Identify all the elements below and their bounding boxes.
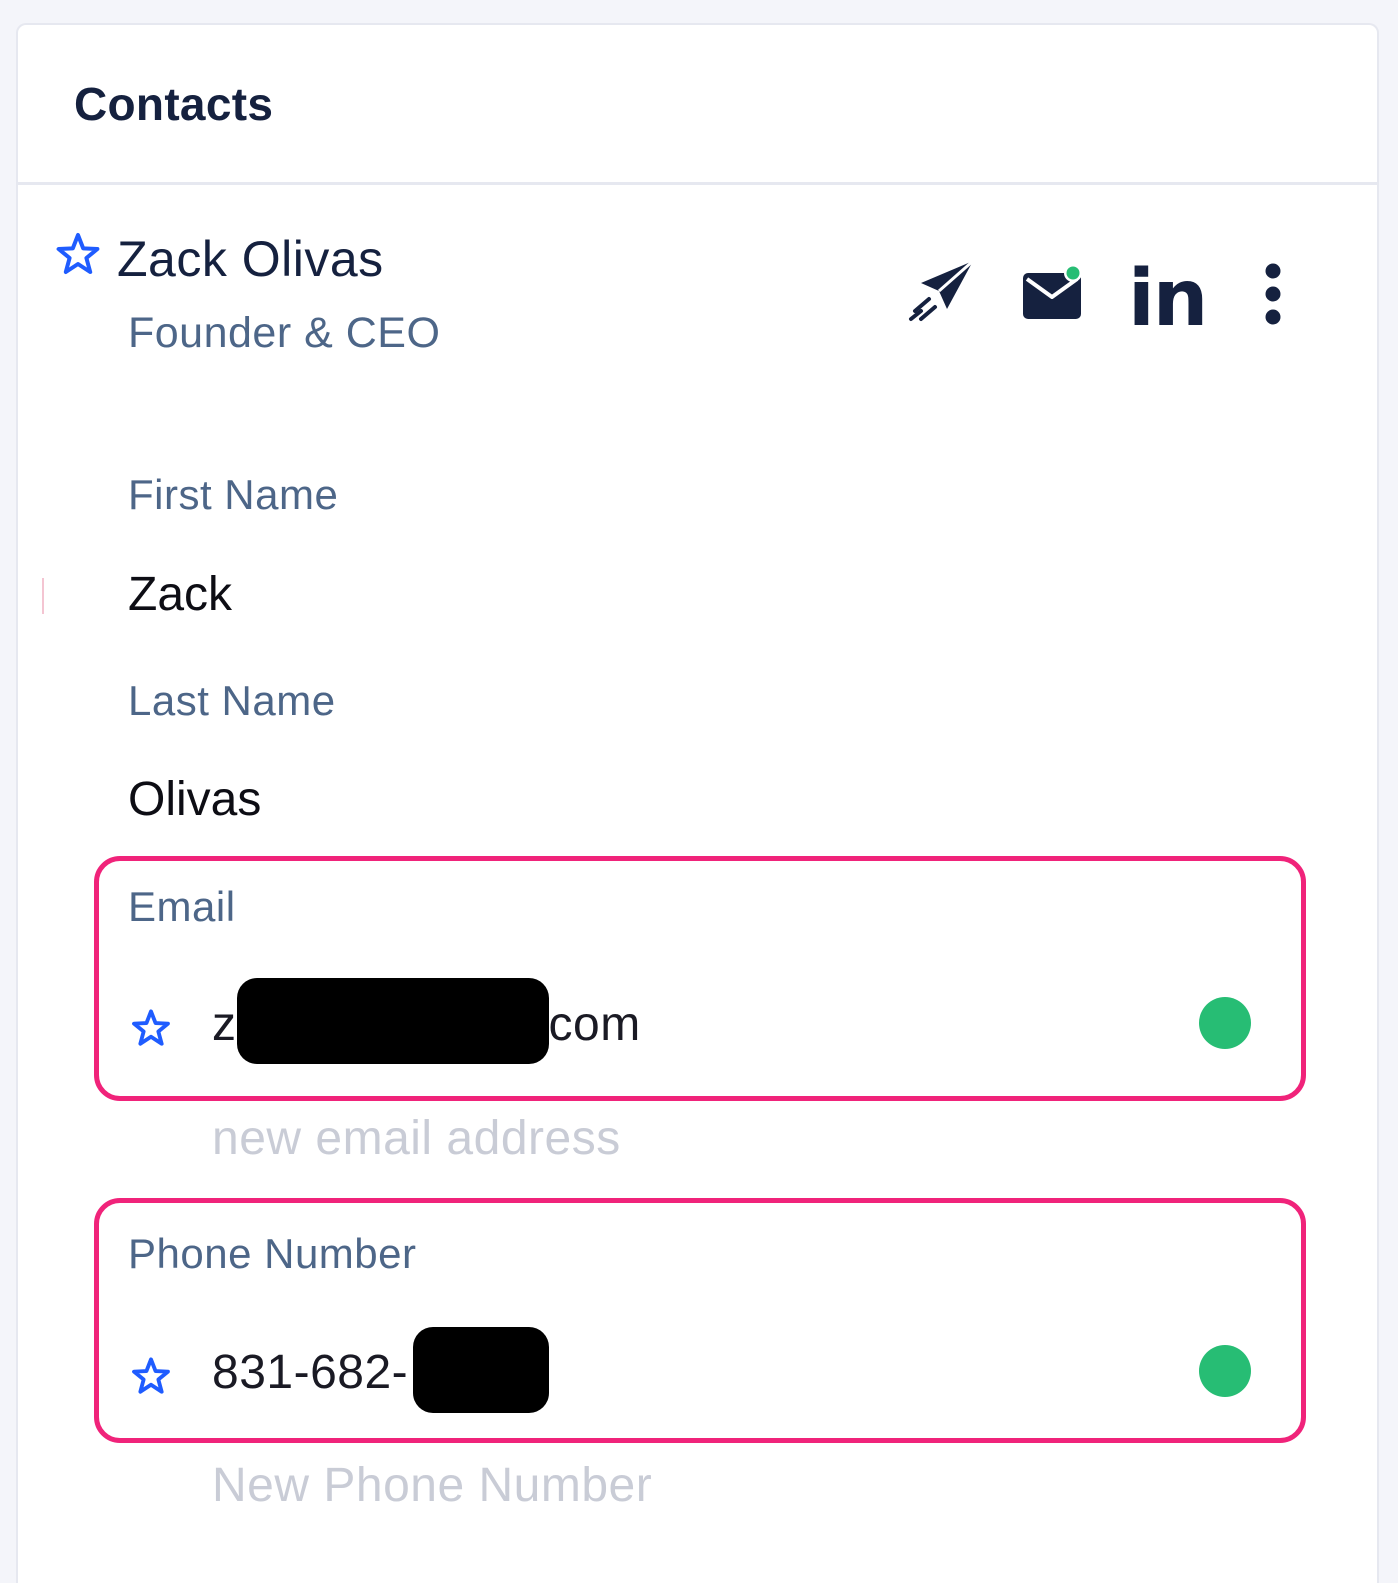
new-phone-input[interactable] xyxy=(212,1455,1012,1515)
phone-value[interactable]: 831-682- xyxy=(212,1345,408,1400)
linkedin-icon[interactable]: in xyxy=(1128,249,1208,349)
star-icon[interactable] xyxy=(130,1355,172,1397)
first-name-field[interactable]: Zack xyxy=(128,567,232,622)
email-value-suffix: com xyxy=(548,998,641,1051)
star-icon[interactable] xyxy=(54,230,102,278)
contact-name: Zack Olivas xyxy=(117,231,384,287)
field-marker xyxy=(42,578,44,614)
email-value-prefix: z xyxy=(212,998,237,1051)
new-email-input[interactable] xyxy=(212,1108,1012,1168)
phone-label: Phone Number xyxy=(128,1230,417,1277)
email-status-dot xyxy=(1199,997,1251,1049)
contacts-panel: Contacts Zack Olivas Founder & CEO in Fi… xyxy=(16,23,1379,1583)
redaction-box xyxy=(413,1327,549,1413)
phone-status-dot xyxy=(1199,1345,1251,1397)
mail-icon[interactable] xyxy=(1019,263,1089,325)
last-name-label: Last Name xyxy=(128,677,336,724)
more-vertical-icon[interactable] xyxy=(1256,261,1290,327)
mail-badge-dot xyxy=(1066,266,1080,280)
star-icon[interactable] xyxy=(130,1007,172,1049)
send-icon[interactable] xyxy=(907,257,977,327)
panel-title: Contacts xyxy=(74,78,274,130)
first-name-label: First Name xyxy=(128,471,339,518)
last-name-field[interactable]: Olivas xyxy=(128,772,261,827)
email-label: Email xyxy=(128,883,236,930)
contact-job-title: Founder & CEO xyxy=(128,309,441,357)
panel-header: Contacts xyxy=(18,25,1377,185)
redaction-box xyxy=(237,978,549,1064)
